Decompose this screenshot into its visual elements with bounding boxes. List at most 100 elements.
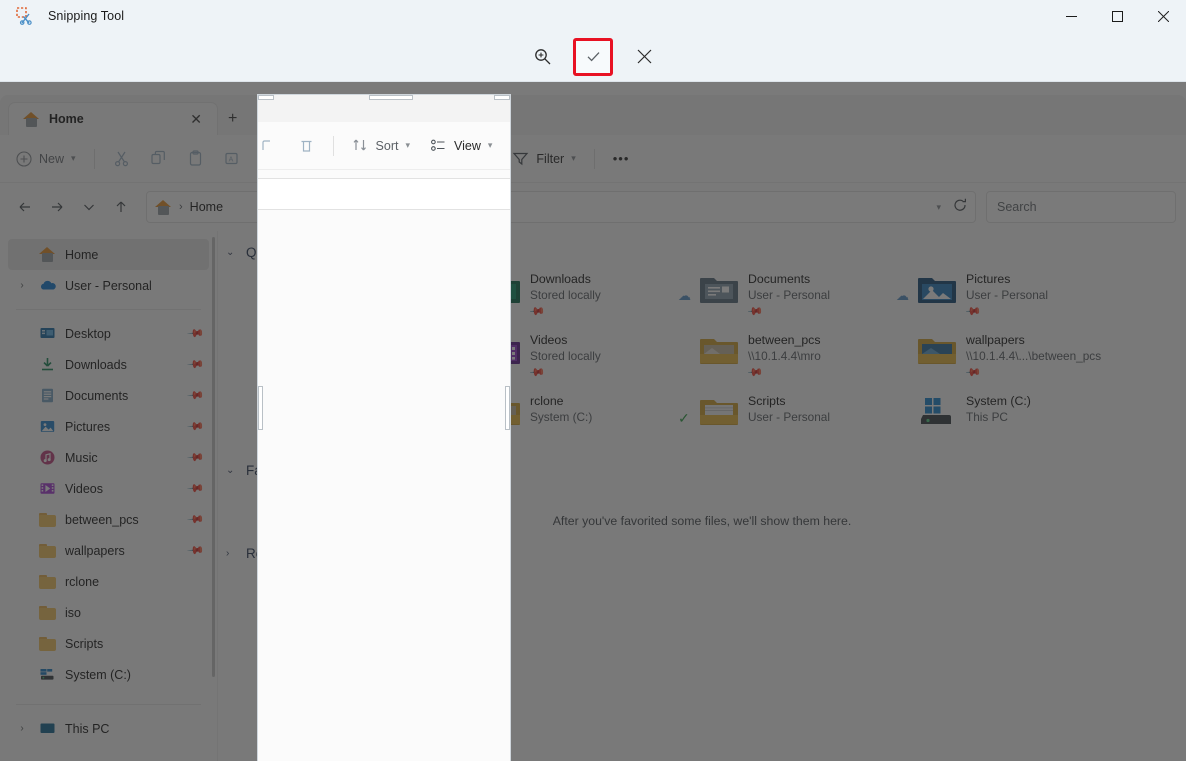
sidebar-item-wallpapers[interactable]: wallpapers 📌 <box>8 535 209 566</box>
tab-close-icon[interactable]: ✕ <box>185 110 207 128</box>
tile-subtitle: User - Personal <box>748 410 830 424</box>
tile-wallpapers[interactable]: wallpapers \\10.1.4.4\...\between_pcs 📌 <box>890 327 1108 388</box>
pin-icon[interactable]: 📌 <box>187 479 206 498</box>
tile-pictures[interactable]: ☁ Pictures User - Personal 📌 <box>890 266 1108 327</box>
capture-toolbar <box>0 32 1186 82</box>
filter-button[interactable]: Filter ▾ <box>503 143 584 175</box>
back-button[interactable] <box>10 192 40 222</box>
sidebar-item-iso[interactable]: iso <box>8 597 209 628</box>
tile-between-pcs[interactable]: between_pcs \\10.1.4.4\mro 📌 <box>672 327 890 388</box>
sidebar-item-onedrive[interactable]: › User - Personal <box>8 270 209 301</box>
more-options-button[interactable]: ••• <box>604 143 639 175</box>
pin-icon: 📌 <box>966 363 982 381</box>
minimize-button[interactable] <box>1048 0 1094 32</box>
pin-icon[interactable]: 📌 <box>187 386 206 405</box>
search-placeholder: Search <box>997 200 1037 214</box>
selection-region[interactable]: Home ✕ + New ▾ <box>257 94 511 761</box>
chevron-right-icon[interactable]: › <box>14 280 30 291</box>
forward-button[interactable] <box>42 192 72 222</box>
tile-subtitle: \\10.1.4.4\...\between_pcs <box>966 349 1102 363</box>
chevron-down-icon[interactable]: ⌄ <box>226 247 238 258</box>
folder-icon <box>39 605 56 620</box>
new-tab-button[interactable]: + <box>228 110 237 128</box>
file-explorer-window-selected: Home ✕ + New ▾ <box>258 95 510 761</box>
rename-button[interactable]: A <box>215 143 250 175</box>
sort-label: Sort <box>375 138 399 153</box>
pin-icon[interactable]: 📌 <box>187 355 206 374</box>
up-button[interactable] <box>106 192 136 222</box>
search-input[interactable]: Search <box>986 191 1176 223</box>
explorer-command-bar: New ▾ A Filter ▾ ••• <box>0 135 1186 183</box>
tile-subtitle: Stored locally <box>530 288 601 302</box>
sidebar-item-this-pc[interactable]: › This PC <box>8 713 209 744</box>
tile-name: Downloads <box>530 272 591 286</box>
sidebar-item-between-pcs[interactable]: between_pcs 📌 <box>8 504 209 535</box>
address-dropdown-icon[interactable]: ▾ <box>936 202 941 213</box>
tile-subtitle: This PC <box>966 410 1008 424</box>
snipping-tool-titlebar: Snipping Tool <box>0 0 1186 32</box>
confirm-capture-button[interactable] <box>573 37 613 76</box>
cut-button[interactable] <box>104 143 139 175</box>
pin-icon[interactable]: 📌 <box>187 541 206 560</box>
sync-check-icon: ✓ <box>678 410 690 426</box>
folder-icon <box>39 636 56 651</box>
resize-handle-top-left[interactable] <box>258 95 274 100</box>
chevron-down-icon: ▾ <box>405 140 411 150</box>
pin-icon[interactable]: 📌 <box>187 510 206 529</box>
refresh-icon[interactable] <box>953 198 967 217</box>
pin-icon[interactable]: 📌 <box>187 417 206 436</box>
breadcrumb-text: Home <box>189 200 224 214</box>
sidebar-item-scripts[interactable]: Scripts <box>8 628 209 659</box>
filter-button[interactable]: Filter ▾ <box>503 130 510 162</box>
tile-documents[interactable]: ☁ Documents User - Personal 📌 <box>672 266 890 327</box>
maximize-button[interactable] <box>1094 0 1140 32</box>
copy-button[interactable] <box>141 143 176 175</box>
resize-handle-left[interactable] <box>258 386 263 430</box>
chevron-right-icon[interactable]: › <box>14 723 30 734</box>
documents-folder-icon <box>700 273 738 307</box>
chevron-down-icon[interactable]: ⌄ <box>226 465 238 476</box>
sidebar-item-label: iso <box>65 605 81 620</box>
drive-icon <box>39 666 56 683</box>
nav-divider <box>16 704 201 705</box>
svg-text:A: A <box>228 156 233 163</box>
sidebar-item-music[interactable]: Music 📌 <box>8 442 209 473</box>
view-button[interactable]: View ▾ <box>421 130 501 162</box>
screen: Snipping Tool Home ✕ + New ▾ A Filter ▾ … <box>0 0 1186 761</box>
divider <box>593 148 595 169</box>
tile-system-c[interactable]: System (C:) This PC <box>890 388 1108 449</box>
magnify-button[interactable] <box>523 40 561 74</box>
close-button[interactable] <box>1140 0 1186 32</box>
chevron-down-icon: ▾ <box>571 153 576 163</box>
pin-icon[interactable]: 📌 <box>187 324 206 343</box>
cancel-capture-button[interactable] <box>625 40 663 74</box>
sidebar-item-home[interactable]: Home <box>8 239 209 270</box>
sidebar-item-pictures[interactable]: Pictures 📌 <box>8 411 209 442</box>
new-button[interactable]: New ▾ <box>10 143 85 175</box>
nav-scrollbar[interactable] <box>212 237 215 677</box>
app-title: Snipping Tool <box>48 9 125 23</box>
share-button[interactable] <box>258 130 287 162</box>
delete-button[interactable] <box>289 130 324 162</box>
chevron-right-icon[interactable]: › <box>226 548 238 559</box>
resize-handle-top-right[interactable] <box>494 95 510 100</box>
recent-locations-button[interactable] <box>74 192 104 222</box>
pin-icon[interactable]: 📌 <box>187 448 206 467</box>
snipping-tool-icon <box>16 7 34 25</box>
sidebar-item-label: wallpapers <box>65 543 125 558</box>
resize-handle-right[interactable] <box>505 386 510 430</box>
sidebar-item-videos[interactable]: Videos 📌 <box>8 473 209 504</box>
explorer-tab-home[interactable]: Home ✕ <box>8 102 218 135</box>
tile-scripts[interactable]: ✓ Scripts User - Personal <box>672 388 890 449</box>
downloads-icon <box>39 356 56 373</box>
capture-area[interactable]: Home ✕ + New ▾ A Filter ▾ ••• › Home ▾ S… <box>0 82 1186 761</box>
sort-button[interactable]: Sort ▾ <box>343 130 419 162</box>
breadcrumb[interactable]: › Home <box>258 178 510 210</box>
resize-handle-top[interactable] <box>369 95 413 100</box>
sidebar-item-downloads[interactable]: Downloads 📌 <box>8 349 209 380</box>
sidebar-item-system-c[interactable]: System (C:) <box>8 659 209 690</box>
sidebar-item-rclone[interactable]: rclone <box>8 566 209 597</box>
sidebar-item-documents[interactable]: Documents 📌 <box>8 380 209 411</box>
paste-button[interactable] <box>178 143 213 175</box>
sidebar-item-desktop[interactable]: Desktop 📌 <box>8 318 209 349</box>
